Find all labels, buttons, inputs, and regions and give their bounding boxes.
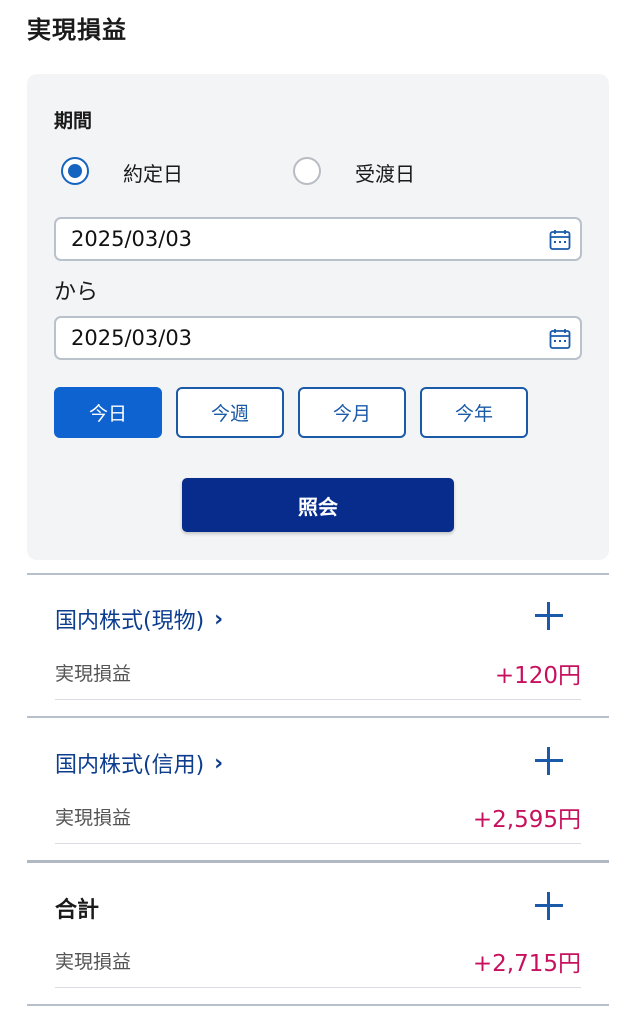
- metric-label: 実現損益: [55, 663, 132, 685]
- radio-settlement-date-label: 受渡日: [355, 162, 415, 186]
- to-date-input[interactable]: 2025/03/03: [54, 316, 582, 360]
- query-button[interactable]: 照会: [182, 478, 454, 532]
- section-title-label: 国内株式(現物): [55, 609, 205, 634]
- from-date-input[interactable]: 2025/03/03: [54, 217, 582, 261]
- calendar-icon[interactable]: [549, 328, 571, 350]
- section-title-label: 国内株式(信用): [55, 753, 205, 778]
- plus-icon[interactable]: [535, 602, 563, 630]
- radio-trade-date-label: 約定日: [123, 162, 183, 186]
- radio-trade-date[interactable]: 約定日: [61, 154, 183, 188]
- calendar-icon[interactable]: [549, 229, 571, 251]
- section-title-domestic-cash[interactable]: 国内株式(現物) ›: [55, 603, 223, 635]
- date-type-radio-group: 約定日 受渡日: [61, 154, 581, 188]
- row-divider: [55, 843, 581, 844]
- today-button[interactable]: 今日: [54, 387, 162, 438]
- radio-settlement-date[interactable]: 受渡日: [293, 154, 415, 188]
- section-divider: [27, 1004, 609, 1006]
- this-week-button[interactable]: 今週: [176, 387, 284, 438]
- period-label: 期間: [54, 110, 93, 132]
- metric-value: +2,715円: [472, 951, 581, 977]
- chevron-right-icon: ›: [214, 606, 224, 632]
- radio-checked-icon[interactable]: [61, 157, 89, 185]
- page-title: 実現損益: [27, 16, 127, 44]
- filter-panel: 期間 約定日 受渡日 2025/03/03 から 2025/03/03 今日 今…: [27, 74, 609, 560]
- section-title-total: 合計: [55, 892, 99, 924]
- chevron-right-icon: ›: [214, 750, 224, 776]
- metric-value: +2,595円: [472, 807, 581, 833]
- section-title-label: 合計: [55, 898, 100, 923]
- from-date-value: 2025/03/03: [71, 227, 193, 251]
- row-divider: [55, 699, 581, 700]
- to-date-value: 2025/03/03: [71, 326, 193, 350]
- this-month-button[interactable]: 今月: [298, 387, 406, 438]
- metric-label: 実現損益: [55, 951, 132, 973]
- section-title-domestic-margin[interactable]: 国内株式(信用) ›: [55, 747, 223, 779]
- radio-unchecked-icon[interactable]: [293, 157, 321, 185]
- metric-value: +120円: [494, 663, 581, 689]
- metric-label: 実現損益: [55, 807, 132, 829]
- section-divider: [27, 860, 609, 863]
- section-divider: [27, 573, 609, 575]
- date-range-separator: から: [54, 280, 99, 305]
- section-divider: [27, 716, 609, 718]
- plus-icon[interactable]: [535, 747, 563, 775]
- plus-icon[interactable]: [535, 892, 563, 920]
- this-year-button[interactable]: 今年: [420, 387, 528, 438]
- row-divider: [55, 987, 581, 988]
